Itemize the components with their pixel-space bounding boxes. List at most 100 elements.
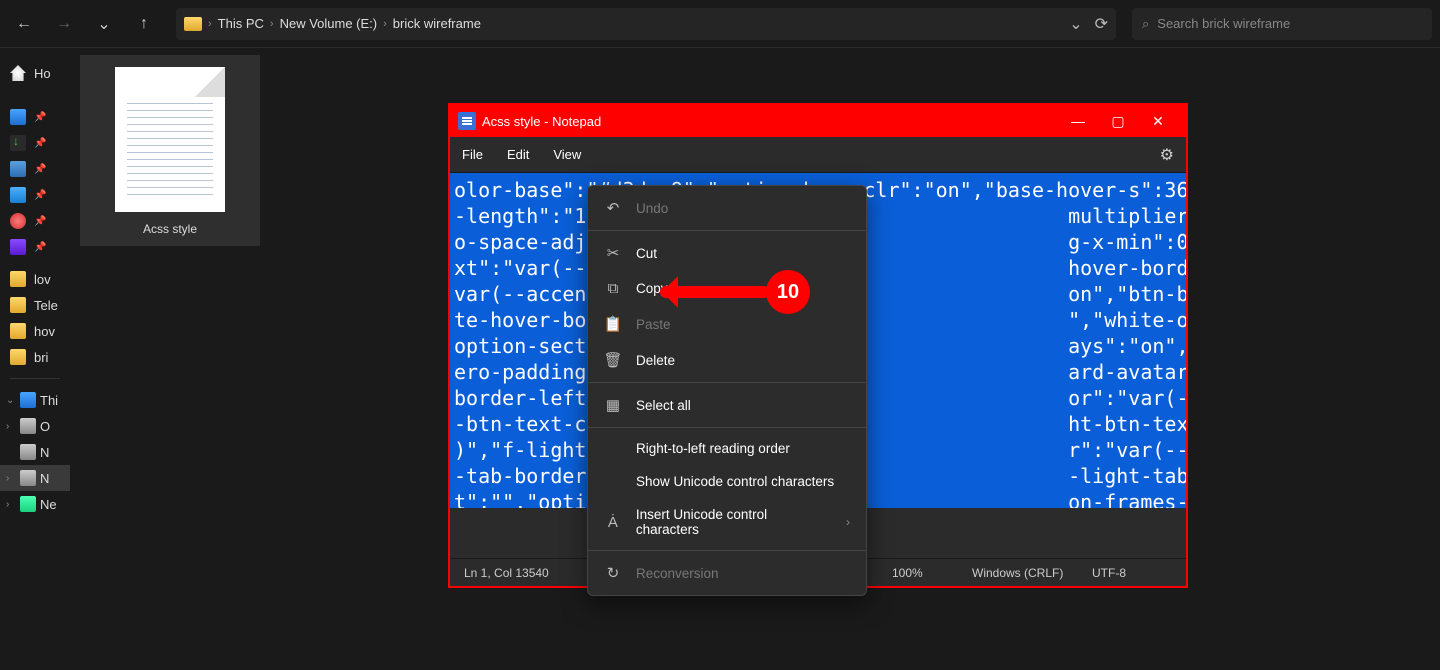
ctx-separator xyxy=(588,550,866,551)
ctx-insert-unicode[interactable]: Ȧ Insert Unicode control characters › xyxy=(588,498,866,546)
chevron-icon: › xyxy=(270,18,274,30)
sidebar-quick-downloads[interactable]: 📌 xyxy=(0,130,70,156)
pin-icon: 📌 xyxy=(34,112,46,123)
sidebar-home[interactable]: Ho xyxy=(0,60,70,86)
network-icon xyxy=(20,496,36,512)
folder-icon xyxy=(10,271,26,287)
menu-file[interactable]: File xyxy=(462,147,483,162)
ctx-label: Copy xyxy=(636,281,668,296)
ctx-select-all[interactable]: ▦Select all xyxy=(588,387,866,423)
status-eol: Windows (CRLF) xyxy=(972,566,1092,580)
sidebar-folder[interactable]: bri xyxy=(0,344,70,370)
ctx-paste[interactable]: 📋Paste xyxy=(588,306,866,342)
chevron-icon: › xyxy=(383,18,387,30)
documents-icon xyxy=(10,161,26,177)
refresh-button[interactable]: ⟳ xyxy=(1095,14,1108,34)
menu-view[interactable]: View xyxy=(553,147,581,162)
home-icon xyxy=(10,65,26,81)
context-menu: ↶ Undo ✂Cut ⧉Copy 📋Paste 🗑Delete ▦Select … xyxy=(587,185,867,596)
folder-icon xyxy=(184,17,202,31)
music-icon xyxy=(10,213,26,229)
maximize-button[interactable]: ▢ xyxy=(1098,105,1138,137)
drive-icon xyxy=(20,470,36,486)
sidebar-tree-network[interactable]: ›Ne xyxy=(0,491,70,517)
sidebar-label: lov xyxy=(34,272,51,287)
ctx-show-unicode[interactable]: Show Unicode control characters xyxy=(588,465,866,498)
recent-button[interactable]: ⌄ xyxy=(88,8,120,40)
drive-icon xyxy=(20,418,36,434)
sidebar-folder[interactable]: lov xyxy=(0,266,70,292)
sidebar-quick-documents[interactable]: 📌 xyxy=(0,156,70,182)
twist-icon[interactable]: › xyxy=(6,473,16,484)
ctx-copy[interactable]: ⧉Copy xyxy=(588,271,866,306)
pin-icon: 📌 xyxy=(34,242,46,253)
sidebar-tree-thispc[interactable]: ⌄ Thi xyxy=(0,387,70,413)
drive-icon xyxy=(20,444,36,460)
status-encoding: UTF-8 xyxy=(1092,566,1172,580)
ctx-rtl[interactable]: Right-to-left reading order xyxy=(588,432,866,465)
chevron-icon: › xyxy=(208,18,212,30)
sidebar-folder[interactable]: Tele xyxy=(0,292,70,318)
sidebar-quick-music[interactable]: 📌 xyxy=(0,208,70,234)
ctx-label: Insert Unicode control characters xyxy=(636,507,832,537)
ctx-label: Delete xyxy=(636,353,675,368)
sidebar-label: N xyxy=(40,471,49,486)
pc-icon xyxy=(20,392,36,408)
twist-icon[interactable]: ⌄ xyxy=(6,395,16,406)
explorer-toolbar: ← → ⌄ ↑ › This PC › New Volume (E:) › br… xyxy=(0,0,1440,48)
breadcrumb-item[interactable]: brick wireframe xyxy=(393,16,481,31)
up-button[interactable]: ↑ xyxy=(128,8,160,40)
file-name-label: Acss style xyxy=(143,222,197,236)
sidebar-label: O xyxy=(40,419,50,434)
insert-icon: Ȧ xyxy=(604,514,622,531)
undo-icon: ↶ xyxy=(604,199,622,217)
forward-button[interactable]: → xyxy=(48,8,80,40)
pin-icon: 📌 xyxy=(34,138,46,149)
search-icon: ⌕ xyxy=(1142,16,1149,32)
settings-button[interactable]: ⚙ xyxy=(1160,145,1174,165)
close-button[interactable]: ✕ xyxy=(1138,105,1178,137)
cut-icon: ✂ xyxy=(604,244,622,262)
sidebar-quick-videos[interactable]: 📌 xyxy=(0,234,70,260)
ctx-cut[interactable]: ✂Cut xyxy=(588,235,866,271)
breadcrumb-item[interactable]: New Volume (E:) xyxy=(280,16,378,31)
chevron-right-icon: › xyxy=(846,515,850,529)
file-thumbnail xyxy=(115,67,225,212)
videos-icon xyxy=(10,239,26,255)
sidebar-quick-pictures[interactable]: 📌 xyxy=(0,182,70,208)
pictures-icon xyxy=(10,187,26,203)
status-zoom: 100% xyxy=(892,566,972,580)
ctx-label: Show Unicode control characters xyxy=(636,474,834,489)
file-item[interactable]: Acss style xyxy=(80,55,260,246)
address-dropdown-icon[interactable]: ⌄ xyxy=(1069,14,1082,34)
sidebar-quick-desktop[interactable]: 📌 xyxy=(0,104,70,130)
sidebar-label: Tele xyxy=(34,298,58,313)
back-button[interactable]: ← xyxy=(8,8,40,40)
notepad-title: Acss style - Notepad xyxy=(482,114,601,129)
sidebar-tree-drive[interactable]: ›O xyxy=(0,413,70,439)
notepad-titlebar[interactable]: Acss style - Notepad — ▢ ✕ xyxy=(450,105,1186,137)
twist-icon[interactable]: › xyxy=(6,421,16,432)
twist-icon[interactable]: › xyxy=(6,499,16,510)
folder-icon xyxy=(10,297,26,313)
pin-icon: 📌 xyxy=(34,216,46,227)
address-bar[interactable]: › This PC › New Volume (E:) › brick wire… xyxy=(176,8,1116,40)
ctx-reconversion[interactable]: ↻Reconversion xyxy=(588,555,866,591)
sidebar-folder[interactable]: hov xyxy=(0,318,70,344)
ctx-separator xyxy=(588,230,866,231)
sidebar-label: Thi xyxy=(40,393,58,408)
ctx-separator xyxy=(588,382,866,383)
sidebar-tree-drive-selected[interactable]: ›N xyxy=(0,465,70,491)
ctx-undo[interactable]: ↶ Undo xyxy=(588,190,866,226)
ctx-delete[interactable]: 🗑Delete xyxy=(588,342,866,378)
ctx-label: Reconversion xyxy=(636,566,719,581)
ctx-label: Select all xyxy=(636,398,691,413)
sidebar-tree-drive[interactable]: N xyxy=(0,439,70,465)
minimize-button[interactable]: — xyxy=(1058,105,1098,137)
menu-edit[interactable]: Edit xyxy=(507,147,529,162)
search-input[interactable]: ⌕ Search brick wireframe xyxy=(1132,8,1432,40)
pin-icon: 📌 xyxy=(34,164,46,175)
ctx-label: Undo xyxy=(636,201,668,216)
sidebar-separator xyxy=(10,378,60,379)
breadcrumb-item[interactable]: This PC xyxy=(218,16,264,31)
